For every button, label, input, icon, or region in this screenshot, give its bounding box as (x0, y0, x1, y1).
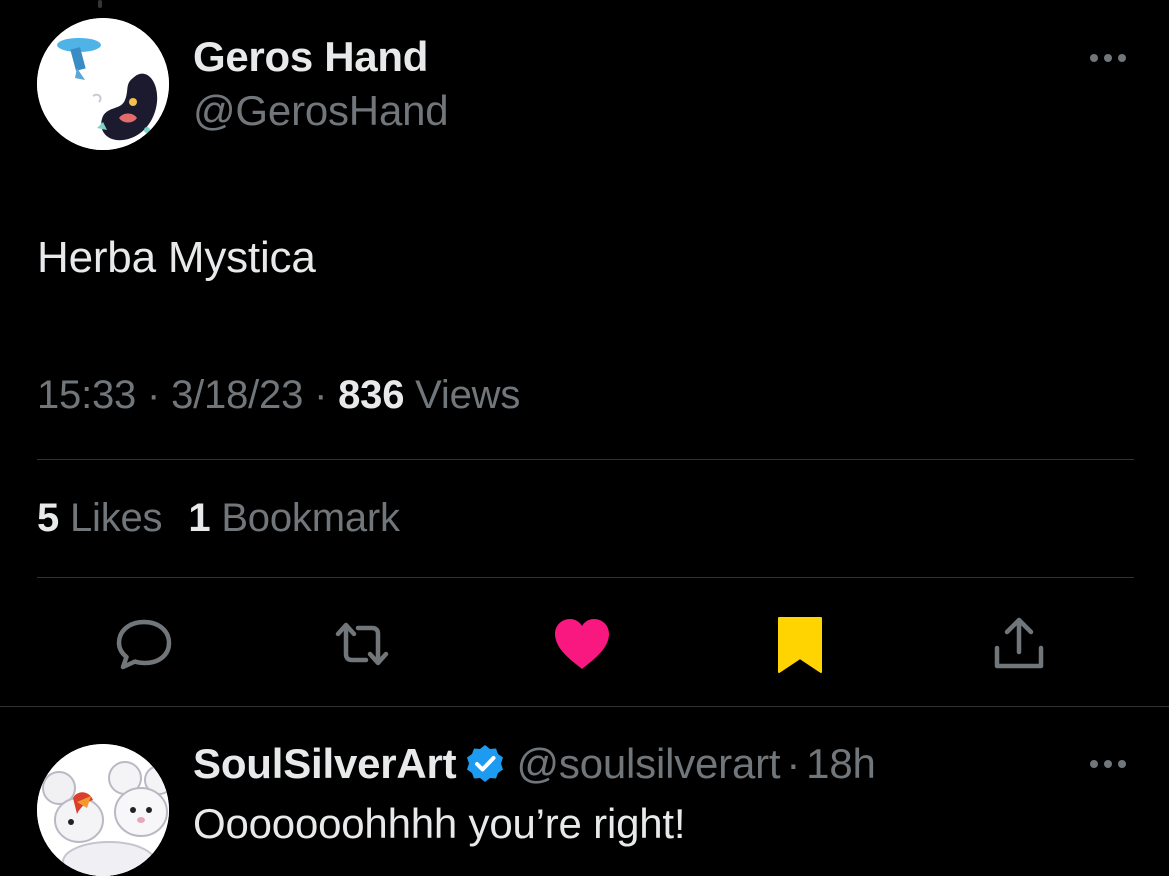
thread-connector-line (98, 0, 102, 8)
meta-separator: · (314, 373, 328, 417)
reply-header: SoulSilverArt @soulsilverart · 18h (193, 740, 876, 788)
bookmark-filled-icon (778, 617, 822, 673)
author-handle[interactable]: @GerosHand (193, 87, 449, 135)
avatar-artwork-icon (37, 18, 169, 150)
views-label: Views (415, 373, 521, 417)
tweet-date[interactable]: 3/18/23 (171, 373, 303, 417)
tweet-metadata: 15:33 · 3/18/23 · 836 Views (37, 373, 520, 418)
tweet-time[interactable]: 15:33 (37, 373, 136, 417)
meta-separator: · (147, 373, 161, 417)
avatar-artwork-icon (37, 744, 169, 876)
more-options-icon[interactable] (1086, 754, 1130, 774)
retweet-icon (335, 622, 389, 666)
tweet-text: Herba Mystica (37, 233, 316, 282)
more-options-icon[interactable] (1086, 48, 1130, 68)
divider (37, 459, 1134, 460)
share-button[interactable] (987, 612, 1051, 676)
engagement-stats: 5 Likes 1 Bookmark (37, 496, 400, 541)
likes-count: 5 (37, 496, 60, 540)
bookmarks-label: Bookmark (221, 496, 400, 540)
likes-stat[interactable]: 5 Likes (37, 496, 163, 540)
divider (0, 706, 1169, 707)
verified-badge-icon (464, 743, 506, 785)
reply-author-name[interactable]: SoulSilverArt (193, 740, 457, 788)
likes-label: Likes (69, 496, 163, 540)
reply-author-handle[interactable]: @soulsilverart (516, 740, 780, 788)
reply-text: Ooooooohhhh you’re right! (193, 800, 686, 847)
reply-button[interactable] (112, 612, 176, 676)
views-count: 836 (338, 373, 405, 417)
bookmarks-stat[interactable]: 1 Bookmark (188, 496, 400, 540)
reply-bubble-icon (116, 619, 172, 670)
bookmarks-count: 1 (188, 496, 211, 540)
heart-filled-icon (555, 619, 609, 669)
divider (37, 577, 1134, 578)
reply-author-avatar[interactable] (37, 744, 169, 876)
meta-separator: · (786, 740, 801, 787)
bookmark-button[interactable] (768, 612, 832, 676)
reply-time[interactable]: 18h (806, 740, 876, 788)
like-button[interactable] (550, 612, 614, 676)
author-name[interactable]: Geros Hand (193, 33, 428, 81)
share-icon (994, 617, 1044, 669)
author-avatar[interactable] (37, 18, 169, 150)
retweet-button[interactable] (330, 612, 394, 676)
